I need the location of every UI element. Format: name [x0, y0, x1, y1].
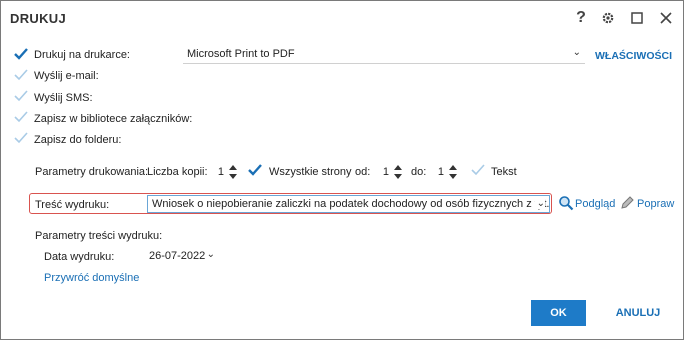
to-label: do:: [411, 166, 427, 178]
save-folder-label: Zapisz do folderu:: [34, 134, 122, 146]
checkbox-all-pages[interactable]: [247, 162, 263, 178]
to-value: 1: [437, 166, 444, 178]
preview-link[interactable]: Podgląd: [575, 198, 615, 210]
content-params-label: Parametry treści wydruku:: [35, 230, 163, 242]
edit-link[interactable]: Popraw: [637, 198, 674, 210]
copies-label: Liczba kopii:: [147, 166, 208, 178]
checkbox-text[interactable]: [470, 162, 486, 178]
send-sms-label: Wyślij SMS:: [34, 92, 93, 104]
printer-properties-link[interactable]: WŁAŚCIWOŚCI: [595, 50, 672, 62]
copies-value: 1: [217, 166, 224, 178]
checkbox-print-printer[interactable]: [13, 46, 29, 62]
print-params-label: Parametry drukowania:: [35, 166, 149, 178]
copies-stepper[interactable]: 1: [214, 163, 238, 181]
to-stepper[interactable]: 1: [434, 163, 458, 181]
all-pages-label: Wszystkie strony: [269, 166, 352, 178]
stepper-arrows-icon[interactable]: [393, 163, 403, 181]
titlebar: DRUKUJ ?: [1, 1, 683, 35]
stepper-arrows-icon[interactable]: [448, 163, 458, 181]
print-date-label: Data wydruku:: [44, 251, 115, 263]
content-select[interactable]: Wniosek o niepobieranie zaliczki na poda…: [147, 195, 550, 213]
restore-defaults-link[interactable]: Przywróć domyślne: [44, 272, 139, 284]
print-dialog: DRUKUJ ? Drukuj na drukarce: Wyślij e-ma…: [0, 0, 684, 340]
dialog-title: DRUKUJ: [10, 11, 66, 26]
save-attachments-label: Zapisz w bibliotece załączników:: [34, 113, 193, 125]
content-select-value: Wniosek o niepobieranie zaliczki na poda…: [152, 198, 550, 210]
chevron-down-icon: ⌄: [206, 249, 215, 260]
stepper-arrows-icon[interactable]: [228, 163, 238, 181]
close-icon[interactable]: [655, 7, 677, 29]
checkbox-save-attachments[interactable]: [13, 109, 29, 125]
pencil-icon[interactable]: [619, 195, 635, 211]
magnifier-icon[interactable]: [558, 195, 574, 211]
checkbox-send-email[interactable]: [13, 67, 29, 83]
print-printer-label: Drukuj na drukarce:: [34, 49, 130, 61]
print-date-picker[interactable]: 26-07-2022 ⌄: [145, 247, 219, 265]
print-date-value: 26-07-2022: [149, 250, 206, 262]
content-label: Treść wydruku:: [35, 199, 110, 211]
chevron-down-icon: ⌄: [534, 198, 545, 209]
from-stepper[interactable]: 1: [379, 163, 403, 181]
help-icon[interactable]: ?: [570, 7, 592, 29]
gear-icon[interactable]: [597, 7, 619, 29]
checkbox-send-sms[interactable]: [13, 88, 29, 104]
ok-button[interactable]: OK: [531, 300, 586, 326]
printer-select[interactable]: Microsoft Print to PDF ⌄: [183, 45, 585, 64]
maximize-icon[interactable]: [626, 7, 648, 29]
from-value: 1: [382, 166, 389, 178]
send-email-label: Wyślij e-mail:: [34, 70, 99, 82]
checkbox-save-folder[interactable]: [13, 130, 29, 146]
cancel-button[interactable]: ANULUJ: [608, 300, 668, 326]
chevron-down-icon: ⌄: [572, 47, 581, 58]
from-label: od:: [355, 166, 371, 178]
printer-select-value: Microsoft Print to PDF: [187, 48, 295, 60]
text-option-label: Tekst: [491, 166, 517, 178]
